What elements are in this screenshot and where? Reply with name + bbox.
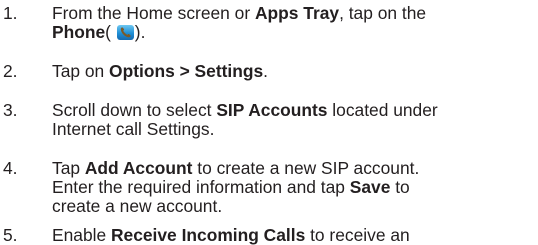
receive-incoming-calls-label: Receive Incoming Calls [110,225,306,245]
step-number: 1. [3,3,18,23]
step-number: 3. [3,100,18,120]
step-text: Tap Add Account to create a new SIP acco… [52,158,420,216]
instruction-list: 1. From the Home screen or Apps Tray, ta… [0,0,538,245]
step-number: 5. [3,225,18,245]
save-label: Save [349,177,391,197]
options-settings-label: Options > Settings [109,61,264,81]
step-text: From the Home screen or Apps Tray, tap o… [52,3,427,42]
step-text: Scroll down to select SIP Accounts locat… [52,100,438,139]
sip-accounts-label: SIP Accounts [216,100,328,120]
add-account-label: Add Account [84,158,193,178]
step-text: Enable Receive Incoming Calls to receive… [52,225,410,245]
phone-label: Phone [52,22,106,42]
step-text: Tap on Options > Settings. [52,61,269,81]
step-number: 2. [3,61,18,81]
phone-icon [116,25,134,40]
step-number: 4. [3,158,18,178]
apps-tray-label: Apps Tray [254,3,340,23]
